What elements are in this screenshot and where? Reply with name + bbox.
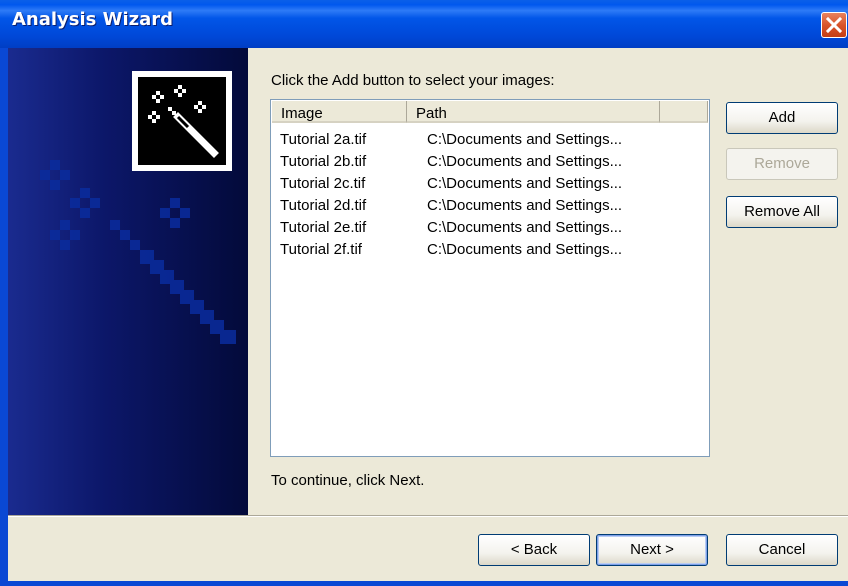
- list-item-path: C:\Documents and Settings...: [427, 175, 623, 192]
- list-item-image: Tutorial 2e.tif: [280, 219, 367, 236]
- window-frame-left: [0, 48, 8, 586]
- close-icon: [825, 16, 843, 34]
- list-item[interactable]: Tutorial 2a.tif C:\Documents and Setting…: [280, 131, 700, 151]
- cancel-button[interactable]: Cancel: [726, 534, 838, 566]
- back-button[interactable]: < Back: [478, 534, 590, 566]
- next-button[interactable]: Next >: [596, 534, 708, 566]
- list-item-path: C:\Documents and Settings...: [427, 219, 623, 236]
- list-item[interactable]: Tutorial 2c.tif C:\Documents and Setting…: [280, 175, 700, 195]
- title-bar: Analysis Wizard: [0, 0, 848, 48]
- magic-wand-icon: [132, 71, 232, 171]
- instruction-label: Click the Add button to select your imag…: [271, 72, 555, 89]
- list-item-path: C:\Documents and Settings...: [427, 241, 623, 258]
- list-item[interactable]: Tutorial 2e.tif C:\Documents and Setting…: [280, 219, 700, 239]
- footer-separator: [8, 515, 848, 517]
- list-item-path: C:\Documents and Settings...: [427, 197, 623, 214]
- column-header-path[interactable]: Path: [407, 101, 660, 123]
- image-list[interactable]: Image Path Tutorial 2a.tif C:\Documents …: [270, 99, 710, 457]
- close-button[interactable]: [821, 12, 847, 38]
- list-item[interactable]: Tutorial 2b.tif C:\Documents and Setting…: [280, 153, 700, 173]
- remove-button[interactable]: Remove: [726, 148, 838, 180]
- continue-hint: To continue, click Next.: [271, 472, 425, 489]
- column-header-filler: [660, 101, 708, 123]
- list-item[interactable]: Tutorial 2d.tif C:\Documents and Setting…: [280, 197, 700, 217]
- list-item-image: Tutorial 2f.tif: [280, 241, 362, 258]
- remove-all-button[interactable]: Remove All: [726, 196, 838, 228]
- list-item-path: C:\Documents and Settings...: [427, 131, 623, 148]
- list-item[interactable]: Tutorial 2f.tif C:\Documents and Setting…: [280, 241, 700, 261]
- list-item-image: Tutorial 2a.tif: [280, 131, 367, 148]
- list-item-image: Tutorial 2d.tif: [280, 197, 367, 214]
- window-frame-bottom: [0, 581, 848, 586]
- add-button[interactable]: Add: [726, 102, 838, 134]
- list-header: Image Path: [272, 101, 708, 123]
- column-header-image[interactable]: Image: [272, 101, 407, 123]
- window-title: Analysis Wizard: [12, 9, 174, 30]
- list-item-path: C:\Documents and Settings...: [427, 153, 623, 170]
- list-item-image: Tutorial 2b.tif: [280, 153, 367, 170]
- list-item-image: Tutorial 2c.tif: [280, 175, 366, 192]
